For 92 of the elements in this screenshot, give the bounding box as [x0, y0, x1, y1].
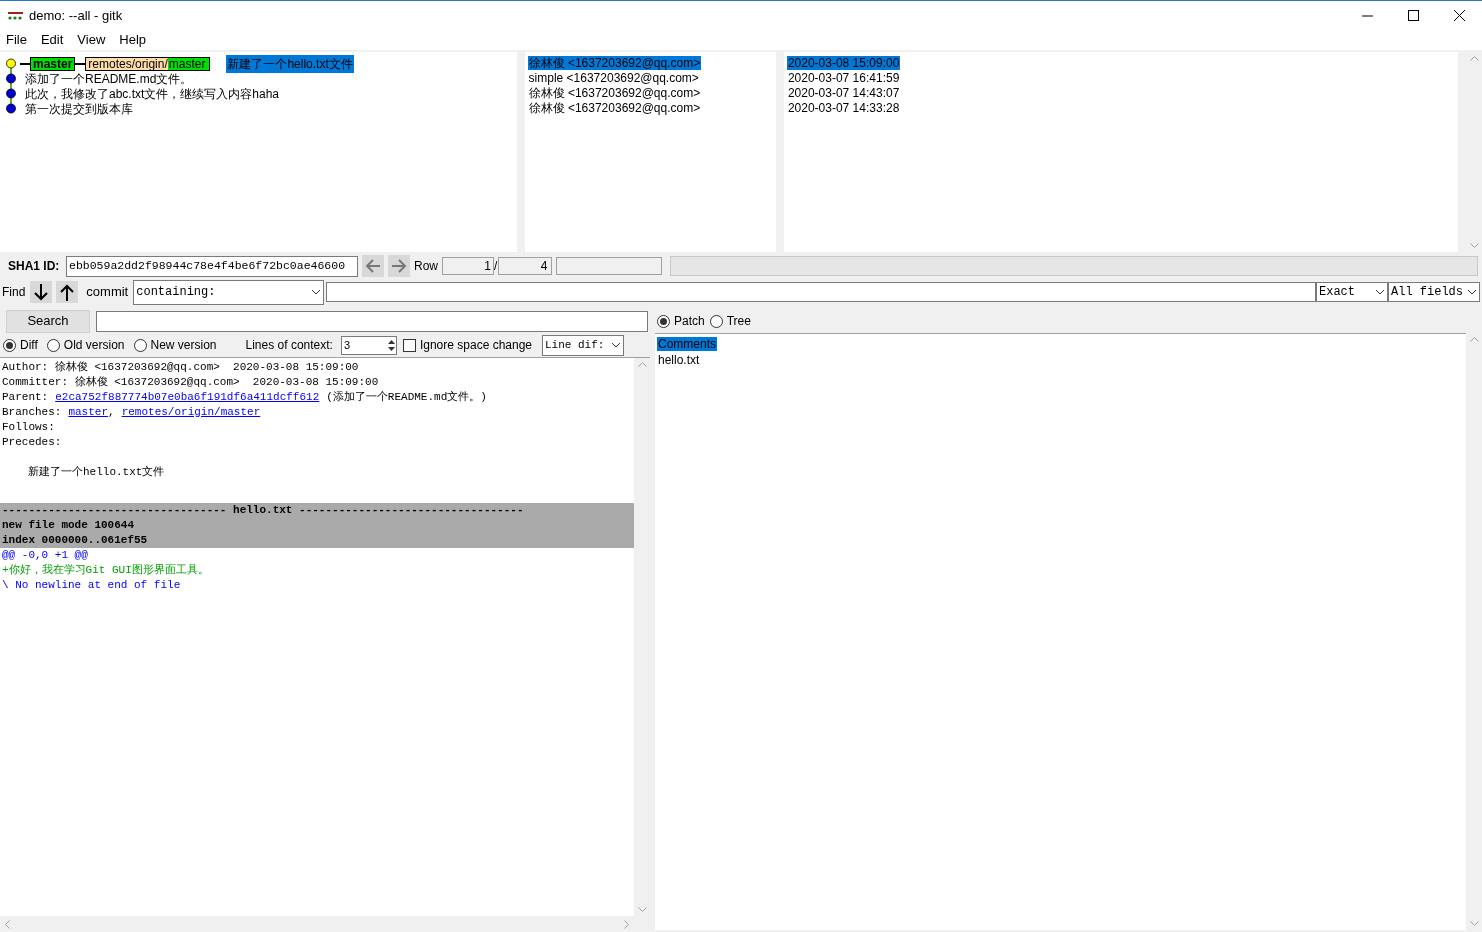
- radio-label: Diff: [20, 337, 38, 354]
- row-total-field: 4: [498, 257, 553, 275]
- detail-line: Author: 徐林俊 <1637203692@qq.com> 2020-03-08 15:09:00: [2, 361, 359, 373]
- spin-arrows-icon: [386, 337, 396, 353]
- chevron-up-icon: [637, 362, 647, 367]
- diff-line: new file mode 100644: [2, 519, 135, 531]
- file-list-item[interactable]: Comments: [657, 337, 717, 351]
- remote-prefix: remotes/origin/: [86, 57, 168, 70]
- maximize-icon: [1407, 10, 1419, 21]
- detail-label: Parent:: [2, 391, 49, 403]
- minimize-icon: [1361, 14, 1373, 17]
- right-arrow-icon: [391, 259, 407, 273]
- diff-style-dropdown[interactable]: Line dif:: [542, 334, 624, 356]
- forward-button[interactable]: [388, 255, 410, 277]
- chevron-up-icon: [1469, 56, 1479, 61]
- context-spinbox[interactable]: 3: [340, 335, 397, 355]
- radio-button[interactable]: [133, 338, 147, 352]
- menu-item[interactable]: Edit: [40, 30, 64, 50]
- fields-dropdown[interactable]: All fields: [1388, 282, 1480, 302]
- commit-subject[interactable]: 新建了一个hello.txt文件: [226, 54, 354, 73]
- commit-date[interactable]: 2020-03-07 14:33:28: [786, 101, 901, 115]
- left-arrow-icon: [365, 259, 381, 273]
- match-dropdown[interactable]: Exact: [1316, 282, 1388, 302]
- radio-button[interactable]: [3, 338, 16, 352]
- find-down-button[interactable]: [30, 281, 53, 303]
- chevron-up-icon: [1469, 337, 1479, 342]
- radio-button[interactable]: [709, 314, 723, 328]
- row-separator: /: [494, 258, 498, 275]
- detail-line: Committer: 徐林俊 <1637203692@qq.com> 2020-03-08 15:09:00: [2, 376, 379, 388]
- chevron-down-icon: [1469, 921, 1479, 926]
- find-type-label: commit: [86, 283, 129, 302]
- branch-tag[interactable]: master: [30, 56, 76, 71]
- commit-date[interactable]: 2020-03-08 15:09:00: [786, 56, 901, 70]
- comma: ,: [108, 406, 115, 418]
- chevron-down-icon: [611, 342, 621, 348]
- menu-item[interactable]: File: [6, 30, 27, 50]
- find-label: Find: [2, 284, 26, 301]
- down-arrow-icon: [34, 283, 49, 301]
- diff-line: index 0000000..061ef55: [2, 534, 148, 546]
- chevron-down-icon: [1469, 243, 1479, 248]
- menu-item[interactable]: Help: [119, 30, 147, 50]
- file-list-item[interactable]: hello.txt: [657, 353, 701, 367]
- link[interactable]: master: [68, 406, 109, 418]
- search-button[interactable]: Search: [6, 309, 90, 333]
- radio-button[interactable]: [46, 338, 60, 352]
- diff-line: \ No newline at end of file: [2, 579, 181, 591]
- find-up-button[interactable]: [56, 281, 79, 303]
- context-label: Lines of context:: [245, 337, 333, 354]
- diff-line: @@ -0,0 +1 @@: [2, 549, 88, 561]
- diff-line: +你好，我在学习Git GUI图形界面工具。: [2, 564, 209, 576]
- radio-label: Old version: [63, 337, 125, 354]
- parent-subject: (添加了一个README.md文件。): [326, 391, 487, 403]
- commit-author[interactable]: simple <1637203692@qq.com>: [527, 71, 700, 85]
- menu-item[interactable]: View: [77, 30, 106, 50]
- detail-label: Branches:: [2, 406, 62, 418]
- checkbox[interactable]: [402, 338, 416, 352]
- search-field[interactable]: [96, 310, 648, 332]
- app-icon: [8, 10, 23, 21]
- radio-label: Tree: [726, 313, 751, 330]
- row-number-field: 1: [442, 257, 494, 275]
- radio-label: New version: [150, 337, 217, 354]
- row-label: Row: [414, 258, 438, 275]
- remote-branch-name: master: [167, 57, 210, 70]
- radio-label: Patch: [674, 313, 705, 330]
- link[interactable]: remotes/origin/master: [121, 406, 261, 418]
- up-arrow-icon: [60, 283, 75, 301]
- chevron-down-icon: [311, 289, 322, 295]
- commit-author[interactable]: 徐林俊 <1637203692@qq.com>: [527, 101, 702, 115]
- detail-line: Follows:: [2, 421, 55, 433]
- commit-date[interactable]: 2020-03-07 14:43:07: [786, 86, 901, 100]
- close-icon: [1453, 10, 1465, 21]
- find-field[interactable]: [326, 282, 1316, 302]
- file-header: ---------------------------------- hello.txt ----------------------------------: [2, 504, 524, 516]
- chevron-left-icon: [5, 919, 10, 929]
- chevron-down-icon: [637, 907, 647, 912]
- commit-author[interactable]: 徐林俊 <1637203692@qq.com>: [527, 86, 702, 100]
- back-button[interactable]: [362, 255, 384, 277]
- checkbox-label: Ignore space change: [419, 337, 532, 354]
- sha1-label: SHA1 ID:: [8, 258, 61, 275]
- commit-author[interactable]: 徐林俊 <1637203692@qq.com>: [527, 56, 702, 70]
- chevron-down-icon: [1375, 289, 1385, 295]
- link[interactable]: e2ca752f887774b07e0ba6f191df6a411dcff612: [55, 391, 320, 403]
- chevron-down-icon: [1467, 289, 1477, 295]
- commit-message: 新建了一个hello.txt文件: [28, 466, 165, 478]
- window-title: demo: --all - gitk: [29, 6, 123, 25]
- remote-branch-tag[interactable]: remotes/origin/master: [85, 56, 211, 71]
- radio-button[interactable]: [657, 314, 670, 328]
- sha1-field[interactable]: ebb059a2dd2f98944c78e4f4be6f72bc0ae46600: [66, 255, 358, 277]
- chevron-right-icon: [624, 919, 629, 929]
- commit-date[interactable]: 2020-03-07 16:41:59: [786, 71, 901, 85]
- detail-line: Precedes:: [2, 436, 62, 448]
- find-mode-dropdown[interactable]: containing:: [133, 279, 325, 305]
